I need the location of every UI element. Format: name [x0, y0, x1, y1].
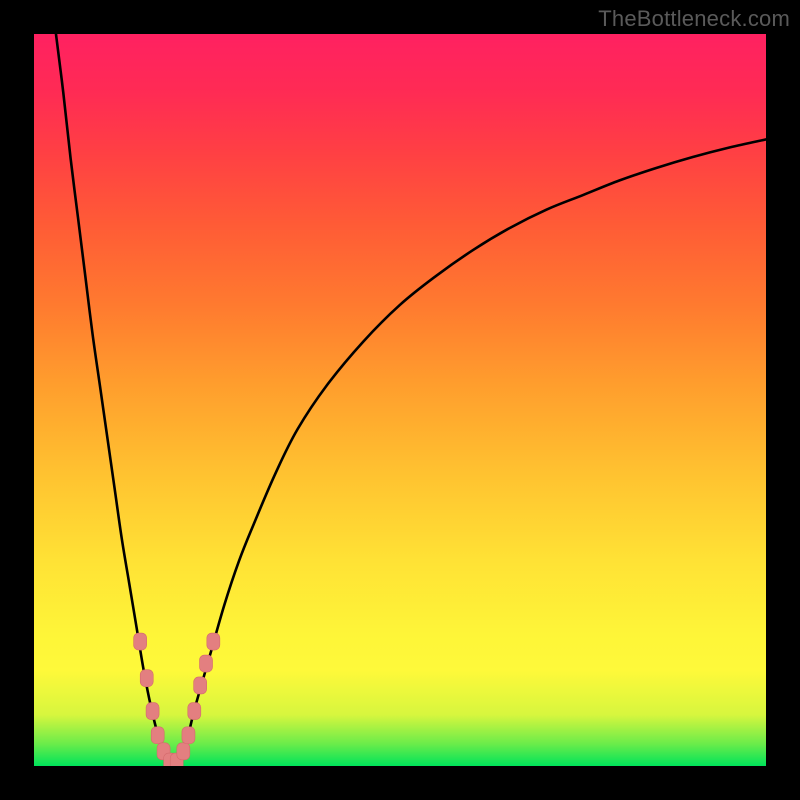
curve-marker — [182, 727, 195, 744]
chart-plot-area — [34, 34, 766, 766]
chart-svg — [34, 34, 766, 766]
curve-marker — [134, 633, 147, 650]
curve-marker — [200, 655, 213, 672]
chart-frame: TheBottleneck.com — [0, 0, 800, 800]
curve-marker — [177, 743, 190, 760]
curve-markers — [134, 633, 220, 766]
curve-marker — [146, 703, 159, 720]
watermark-text: TheBottleneck.com — [598, 6, 790, 32]
curve-marker — [140, 670, 153, 687]
curve-marker — [194, 677, 207, 694]
bottleneck-curve — [56, 34, 766, 766]
curve-marker — [188, 703, 201, 720]
curve-marker — [151, 727, 164, 744]
curve-marker — [207, 633, 220, 650]
